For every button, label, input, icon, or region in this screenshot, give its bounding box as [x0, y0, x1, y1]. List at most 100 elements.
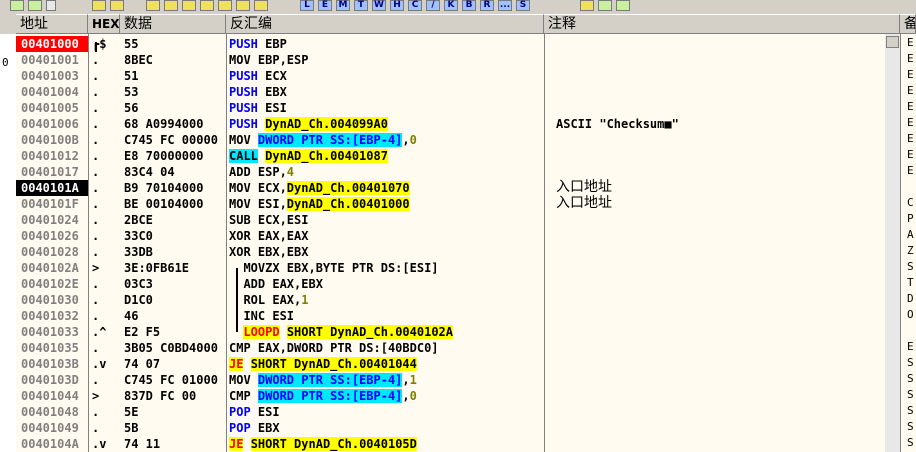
row-address[interactable]: 00401030	[16, 292, 88, 308]
disasm-row[interactable]: 00401005. 56 PUSH ESI	[16, 100, 900, 116]
row-disassembly[interactable]: LOOPD SHORT DynAD_Ch.0040102A	[229, 324, 453, 340]
row-hex-bytes[interactable]: 46	[124, 308, 226, 324]
header-comment[interactable]: 注释	[544, 14, 900, 34]
toolbar-tool-button[interactable]	[236, 0, 250, 11]
disasm-row[interactable]: 00401048. 5E POP ESI	[16, 404, 900, 420]
disasm-row[interactable]: 00401032. 46 INC ESI	[16, 308, 900, 324]
row-hex-bytes[interactable]: 74 07	[124, 356, 226, 372]
row-hex-bytes[interactable]: B9 70104000	[124, 180, 226, 196]
row-hex-bytes[interactable]: 3E:0FB61E	[124, 260, 226, 276]
toolbar-tool-button[interactable]	[146, 0, 160, 11]
row-hex-bytes[interactable]: 33DB	[124, 244, 226, 260]
toolbar-tool-button[interactable]	[110, 0, 124, 11]
disasm-row[interactable]: 00401049. 5B POP EBX	[16, 420, 900, 436]
toolbar-option-button[interactable]	[580, 0, 594, 11]
disassembly-pane[interactable]: 00401000 ┏$ 55 PUSH EBP 00401001. 8BEC MOV EBP…	[16, 34, 900, 452]
row-hex-bytes[interactable]: 55	[124, 36, 226, 52]
row-hex-bytes[interactable]: 03C3	[124, 276, 226, 292]
row-address[interactable]: 0040101F	[16, 196, 88, 212]
disasm-row[interactable]: 00401003. 51 PUSH ECX	[16, 68, 900, 84]
row-disassembly[interactable]: ROL EAX,1	[229, 292, 308, 308]
toolbar-window-button-4[interactable]: W	[372, 0, 386, 11]
toolbar-tool-button[interactable]	[164, 0, 178, 11]
row-disassembly[interactable]: POP ESI	[229, 404, 280, 420]
scrollbar-thumb[interactable]	[886, 36, 899, 48]
row-disassembly[interactable]: PUSH EBP	[229, 36, 287, 52]
disasm-row[interactable]: 00401030. D1C0 ROL EAX,1	[16, 292, 900, 308]
row-address[interactable]: 00401000	[16, 36, 88, 52]
row-hex-bytes[interactable]: 8BEC	[124, 52, 226, 68]
toolbar-window-button-2[interactable]: M	[336, 0, 350, 11]
row-address[interactable]: 00401005	[16, 100, 88, 116]
row-hex-bytes[interactable]: D1C0	[124, 292, 226, 308]
row-address[interactable]: 00401049	[16, 420, 88, 436]
disasm-row[interactable]: 00401028. 33DB XOR EBX,EBX	[16, 244, 900, 260]
row-disassembly[interactable]: JE SHORT DynAD_Ch.0040105D	[229, 436, 417, 452]
row-disassembly[interactable]: PUSH ESI	[229, 100, 287, 116]
row-disassembly[interactable]: POP EBX	[229, 420, 280, 436]
row-hex-bytes[interactable]: 2BCE	[124, 212, 226, 228]
toolbar-tool-button[interactable]	[46, 0, 56, 11]
disasm-row[interactable]: 00401012. E8 70000000 CALL DynAD_Ch.004010…	[16, 148, 900, 164]
toolbar-window-button-0[interactable]: L	[300, 0, 314, 11]
toolbar-window-button-12[interactable]: S	[516, 0, 530, 11]
toolbar-tool-button[interactable]	[28, 0, 42, 11]
disasm-row[interactable]: 00401004. 53 PUSH EBX	[16, 84, 900, 100]
row-address[interactable]: 00401001	[16, 52, 88, 68]
row-disassembly[interactable]: ADD ESP,4	[229, 164, 294, 180]
row-hex-bytes[interactable]: 83C4 04	[124, 164, 226, 180]
vertical-scrollbar[interactable]	[885, 34, 900, 452]
row-disassembly[interactable]: CALL DynAD_Ch.00401087	[229, 148, 388, 164]
disasm-row[interactable]: 0040101F. BE 00104000 MOV ESI,DynAD_Ch.004…	[16, 196, 900, 212]
row-hex-bytes[interactable]: 3B05 C0BD4000	[124, 340, 226, 356]
toolbar-window-button-1[interactable]: E	[318, 0, 332, 11]
row-address[interactable]: 0040102E	[16, 276, 88, 292]
toolbar-window-button-5[interactable]: H	[390, 0, 404, 11]
toolbar-tool-button[interactable]	[200, 0, 214, 11]
row-disassembly[interactable]: PUSH ECX	[229, 68, 287, 84]
row-hex-bytes[interactable]: 837D FC 00	[124, 388, 226, 404]
row-disassembly[interactable]: XOR EBX,EBX	[229, 244, 308, 260]
toolbar-window-button-6[interactable]: C	[408, 0, 422, 11]
header-address[interactable]: 地址	[16, 14, 88, 34]
toolbar-window-button-11[interactable]: ...	[498, 0, 512, 11]
header-extra[interactable]: 备	[900, 14, 916, 34]
row-hex-bytes[interactable]: 33C0	[124, 228, 226, 244]
row-hex-bytes[interactable]: 56	[124, 100, 226, 116]
disasm-row[interactable]: 0040101A. B9 70104000 MOV ECX,DynAD_Ch.004…	[16, 180, 900, 196]
row-disassembly[interactable]: MOV ECX,DynAD_Ch.00401070	[229, 180, 410, 196]
disasm-row[interactable]: 0040104A .v 74 11 JE SHORT DynAD_Ch.0040105…	[16, 436, 900, 452]
row-address[interactable]: 00401032	[16, 308, 88, 324]
row-hex-bytes[interactable]: BE 00104000	[124, 196, 226, 212]
row-address[interactable]: 00401024	[16, 212, 88, 228]
toolbar-option-button[interactable]	[598, 0, 612, 11]
disasm-row[interactable]: 00401000 ┏$ 55 PUSH EBP	[16, 36, 900, 52]
toolbar-tool-button[interactable]	[182, 0, 196, 11]
disasm-row[interactable]: 00401026. 33C0 XOR EAX,EAX	[16, 228, 900, 244]
row-hex-bytes[interactable]: 68 A0994000	[124, 116, 226, 132]
disasm-row[interactable]: 00401033 .^ E2 F5 LOOPD SHORT DynAD_Ch.004…	[16, 324, 900, 340]
row-address[interactable]: 00401028	[16, 244, 88, 260]
row-address[interactable]: 0040103D	[16, 372, 88, 388]
disasm-row[interactable]: 0040103D. C745 FC 01000 MOV DWORD PTR SS:[…	[16, 372, 900, 388]
disasm-row[interactable]: 0040103B .v 74 07 JE SHORT DynAD_Ch.0040104…	[16, 356, 900, 372]
row-disassembly[interactable]: MOV ESI,DynAD_Ch.00401000	[229, 196, 410, 212]
row-disassembly[interactable]: MOVZX EBX,BYTE PTR DS:[ESI]	[229, 260, 438, 276]
row-address[interactable]: 00401044	[16, 388, 88, 404]
disasm-row[interactable]: 0040100B. C745 FC 00000 MOV DWORD PTR SS:[…	[16, 132, 900, 148]
row-disassembly[interactable]: XOR EAX,EAX	[229, 228, 308, 244]
row-disassembly[interactable]: PUSH EBX	[229, 84, 287, 100]
row-disassembly[interactable]: INC ESI	[229, 308, 294, 324]
toolbar-tool-button[interactable]	[92, 0, 106, 11]
row-address[interactable]: 00401017	[16, 164, 88, 180]
row-disassembly[interactable]: MOV DWORD PTR SS:[EBP-4],1	[229, 372, 417, 388]
toolbar-window-button-3[interactable]: T	[354, 0, 368, 11]
row-address[interactable]: 0040103B	[16, 356, 88, 372]
toolbar-window-button-9[interactable]: B	[462, 0, 476, 11]
row-disassembly[interactable]: JE SHORT DynAD_Ch.00401044	[229, 356, 417, 372]
header-disassembly[interactable]: 反汇编	[226, 14, 544, 34]
row-address[interactable]: 00401003	[16, 68, 88, 84]
row-disassembly[interactable]: CMP DWORD PTR SS:[EBP-4],0	[229, 388, 417, 404]
row-hex-bytes[interactable]: C745 FC 00000	[124, 132, 226, 148]
row-address[interactable]: 0040102A	[16, 260, 88, 276]
